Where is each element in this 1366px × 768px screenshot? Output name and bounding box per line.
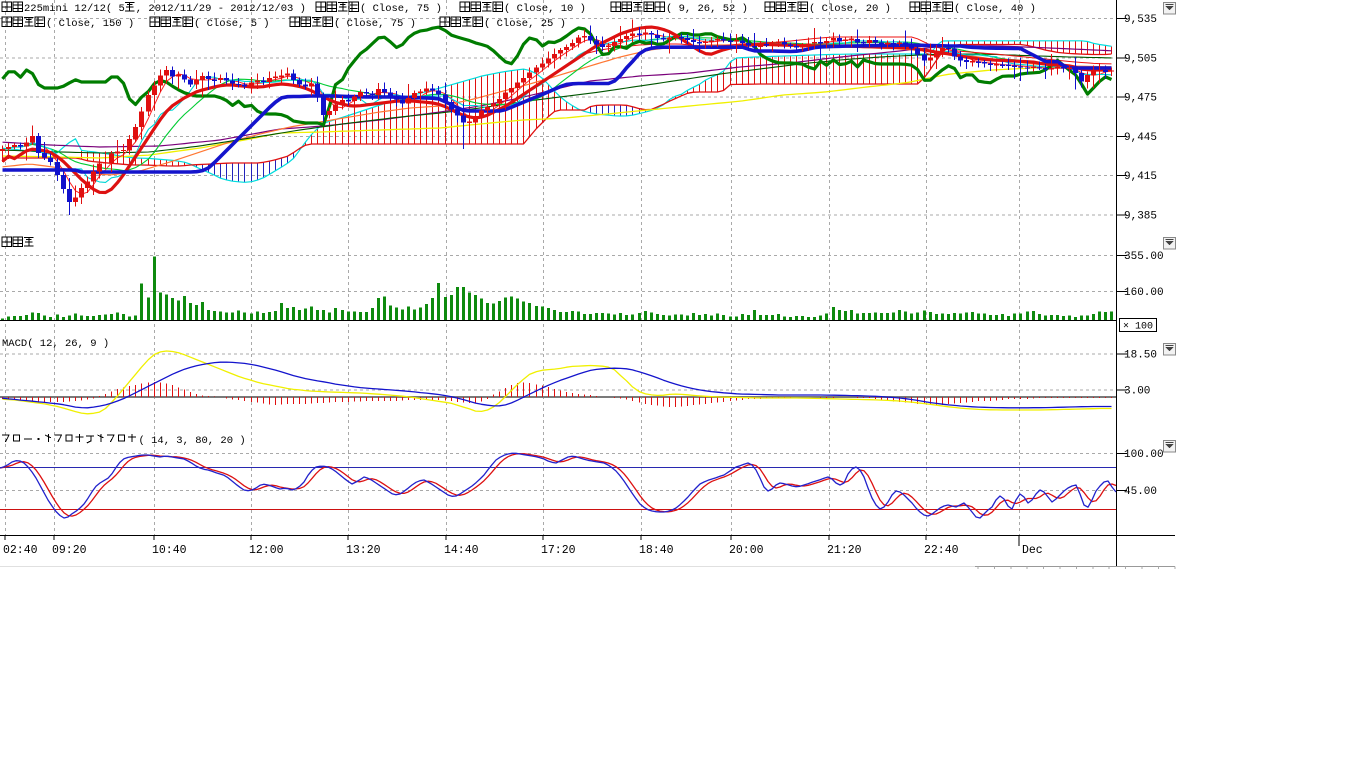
svg-text:9,415: 9,415 — [1124, 171, 1157, 183]
svg-text:( Close, 75 ): ( Close, 75 ) — [360, 3, 442, 15]
svg-text:( Close, 20 ): ( Close, 20 ) — [809, 3, 891, 15]
svg-text:( 14, 3, 80, 20 ): ( 14, 3, 80, 20 ) — [139, 435, 246, 447]
svg-text:( Close, 40 ): ( Close, 40 ) — [954, 3, 1036, 15]
svg-text:02:40: 02:40 — [3, 544, 38, 557]
svg-text:225mini 12/12( 5: 225mini 12/12( 5 — [24, 3, 125, 15]
svg-text:18.50: 18.50 — [1124, 350, 1157, 362]
svg-text:( Close, 150 ): ( Close, 150 ) — [46, 18, 134, 30]
svg-text:21:20: 21:20 — [827, 544, 862, 557]
svg-text:17:20: 17:20 — [541, 544, 576, 557]
svg-text:( Close, 25 ): ( Close, 25 ) — [484, 18, 566, 30]
svg-text:Dec: Dec — [1022, 544, 1043, 557]
svg-text:9,505: 9,505 — [1124, 53, 1157, 65]
svg-text:45.00: 45.00 — [1124, 486, 1157, 498]
svg-text:3.00: 3.00 — [1124, 386, 1150, 398]
svg-text:( 9, 26, 52 ): ( 9, 26, 52 ) — [666, 3, 748, 15]
svg-text:9,385: 9,385 — [1124, 211, 1157, 223]
svg-text:9,475: 9,475 — [1124, 93, 1157, 105]
svg-text:( Close, 10 ): ( Close, 10 ) — [504, 3, 586, 15]
svg-text:, 2012/11/29 - 2012/12/03 ): , 2012/11/29 - 2012/12/03 ) — [136, 3, 306, 15]
svg-text:22:40: 22:40 — [924, 544, 959, 557]
svg-text:10:40: 10:40 — [152, 544, 187, 557]
svg-text:MACD( 12, 26, 9 ): MACD( 12, 26, 9 ) — [2, 338, 109, 350]
svg-text:9,535: 9,535 — [1124, 14, 1157, 26]
svg-text:× 100: × 100 — [1123, 322, 1153, 333]
svg-text:18:40: 18:40 — [639, 544, 674, 557]
svg-text:20:00: 20:00 — [729, 544, 764, 557]
svg-text:09:20: 09:20 — [52, 544, 87, 557]
svg-text:9,445: 9,445 — [1124, 132, 1157, 144]
svg-text:13:20: 13:20 — [346, 544, 381, 557]
svg-text:12:00: 12:00 — [249, 544, 284, 557]
svg-text:355.00: 355.00 — [1124, 251, 1164, 263]
svg-text:160.00: 160.00 — [1124, 287, 1164, 299]
svg-text:100.00: 100.00 — [1124, 449, 1164, 461]
svg-text:( Close, 75 ): ( Close, 75 ) — [334, 18, 416, 30]
svg-text:14:40: 14:40 — [444, 544, 479, 557]
svg-text:( Close, 5 ): ( Close, 5 ) — [194, 18, 270, 30]
